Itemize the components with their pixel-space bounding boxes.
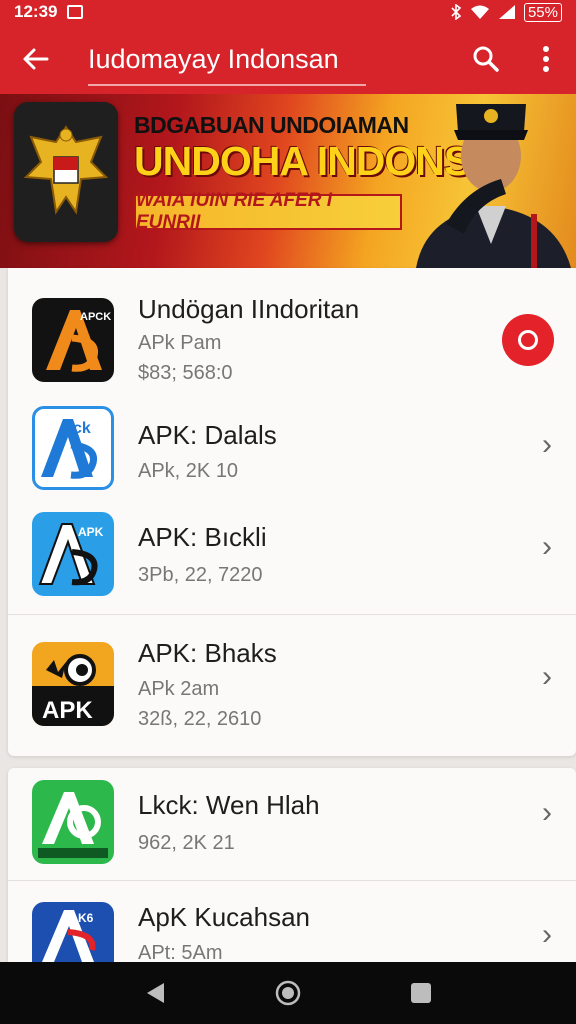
list-item[interactable]: APCK Undögan IIndoritan APk Pam $83; 568… bbox=[8, 294, 576, 392]
app-icon-bhaks: APK bbox=[32, 642, 114, 726]
app-name: APK: Dalals bbox=[138, 420, 277, 450]
chevron-right-icon: › bbox=[542, 796, 552, 829]
list-item[interactable]: K6 ApK Kucahsan APt: 5Am › bbox=[8, 902, 576, 968]
back-button[interactable] bbox=[0, 24, 70, 94]
app-icon-dalals: ck bbox=[32, 406, 114, 490]
wifi-icon bbox=[470, 5, 489, 19]
app-icon-undogan: APCK bbox=[32, 298, 114, 382]
svg-text:APCK: APCK bbox=[80, 311, 111, 323]
more-vert-icon bbox=[543, 46, 549, 72]
app-meta-secondary: $83; 568:0 bbox=[138, 362, 233, 384]
banner-headline-small: BDGABUAN UNDOIAMAN bbox=[134, 112, 409, 138]
app-meta: 3Pb, 22, 7220 bbox=[138, 564, 263, 586]
notification-icon bbox=[67, 5, 84, 19]
list-item[interactable]: ck APK: Dalals APk, 2K 10 › bbox=[8, 406, 576, 496]
chevron-right-icon: › bbox=[542, 530, 552, 563]
search-icon bbox=[473, 46, 499, 72]
app-icon-bickli: APK bbox=[32, 512, 114, 596]
app-name: Lkck: Wen Hlah bbox=[138, 790, 320, 820]
svg-text:ck: ck bbox=[73, 420, 91, 437]
chevron-right-icon: › bbox=[542, 428, 552, 461]
signal-icon bbox=[498, 5, 515, 19]
banner-ribbon: WAIA IUIN RIE AFER I EUNRII bbox=[134, 190, 402, 233]
svg-text:APK: APK bbox=[78, 525, 104, 539]
svg-text:APK: APK bbox=[42, 697, 93, 724]
app-meta: 962, 2K 21 bbox=[138, 832, 235, 854]
nav-back-icon[interactable] bbox=[144, 981, 166, 1005]
list-item[interactable]: APK APK: Bıckli 3Pb, 22, 7220 › bbox=[8, 512, 576, 602]
svg-text:K6: K6 bbox=[78, 911, 94, 925]
nav-recents-icon[interactable] bbox=[410, 982, 432, 1004]
divider bbox=[8, 880, 576, 881]
battery-level: 55% bbox=[523, 2, 562, 22]
app-bar: Iudomayay Indonsan bbox=[0, 24, 576, 94]
app-meta: APk, 2K 10 bbox=[138, 460, 239, 482]
list-item[interactable]: Lkck: Wen Hlah 962, 2K 21 › bbox=[8, 780, 576, 870]
promo-banner[interactable]: BDGABUAN UNDOIAMAN UNDOHA INDONSIA WAIA … bbox=[0, 94, 576, 268]
app-meta: APk Pam bbox=[138, 332, 222, 354]
status-time: 12:39 bbox=[14, 2, 58, 21]
app-meta: APk 2am bbox=[138, 678, 220, 700]
app-name: APK: Bıckli bbox=[138, 522, 267, 552]
search-button[interactable] bbox=[456, 24, 516, 94]
status-icons: 55% bbox=[450, 2, 562, 22]
app-icon-kucahsan: K6 bbox=[32, 902, 114, 962]
page-title: Iudomayay Indonsan bbox=[70, 24, 456, 94]
app-list-card-secondary: Lkck: Wen Hlah 962, 2K 21 › K6 ApK Kucah… bbox=[8, 768, 576, 968]
overflow-menu-button[interactable] bbox=[516, 24, 576, 94]
app-list-card: APCK Undögan IIndoritan APk Pam $83; 568… bbox=[8, 268, 576, 756]
nav-home-icon[interactable] bbox=[274, 979, 302, 1007]
chevron-right-icon: › bbox=[542, 918, 552, 951]
app-name: APK: Bhaks bbox=[138, 638, 277, 668]
chevron-right-icon: › bbox=[542, 660, 552, 693]
system-nav-bar bbox=[0, 962, 576, 1024]
app-icon-wenhlah bbox=[32, 780, 114, 864]
app-meta-secondary: 32ß, 22, 2610 bbox=[138, 708, 262, 730]
list-item[interactable]: APK APK: Bhaks APk 2am 32ß, 22, 2610 › bbox=[8, 638, 576, 738]
divider bbox=[8, 614, 576, 615]
arrow-left-icon bbox=[23, 48, 49, 70]
app-name: Undögan IIndoritan bbox=[138, 294, 360, 324]
bluetooth-icon bbox=[451, 4, 462, 20]
officer-illustration bbox=[416, 104, 571, 268]
record-button[interactable] bbox=[502, 314, 554, 366]
garuda-emblem-icon bbox=[14, 102, 118, 242]
app-name: ApK Kucahsan bbox=[138, 902, 311, 932]
status-bar: 12:39 55% bbox=[0, 0, 576, 24]
